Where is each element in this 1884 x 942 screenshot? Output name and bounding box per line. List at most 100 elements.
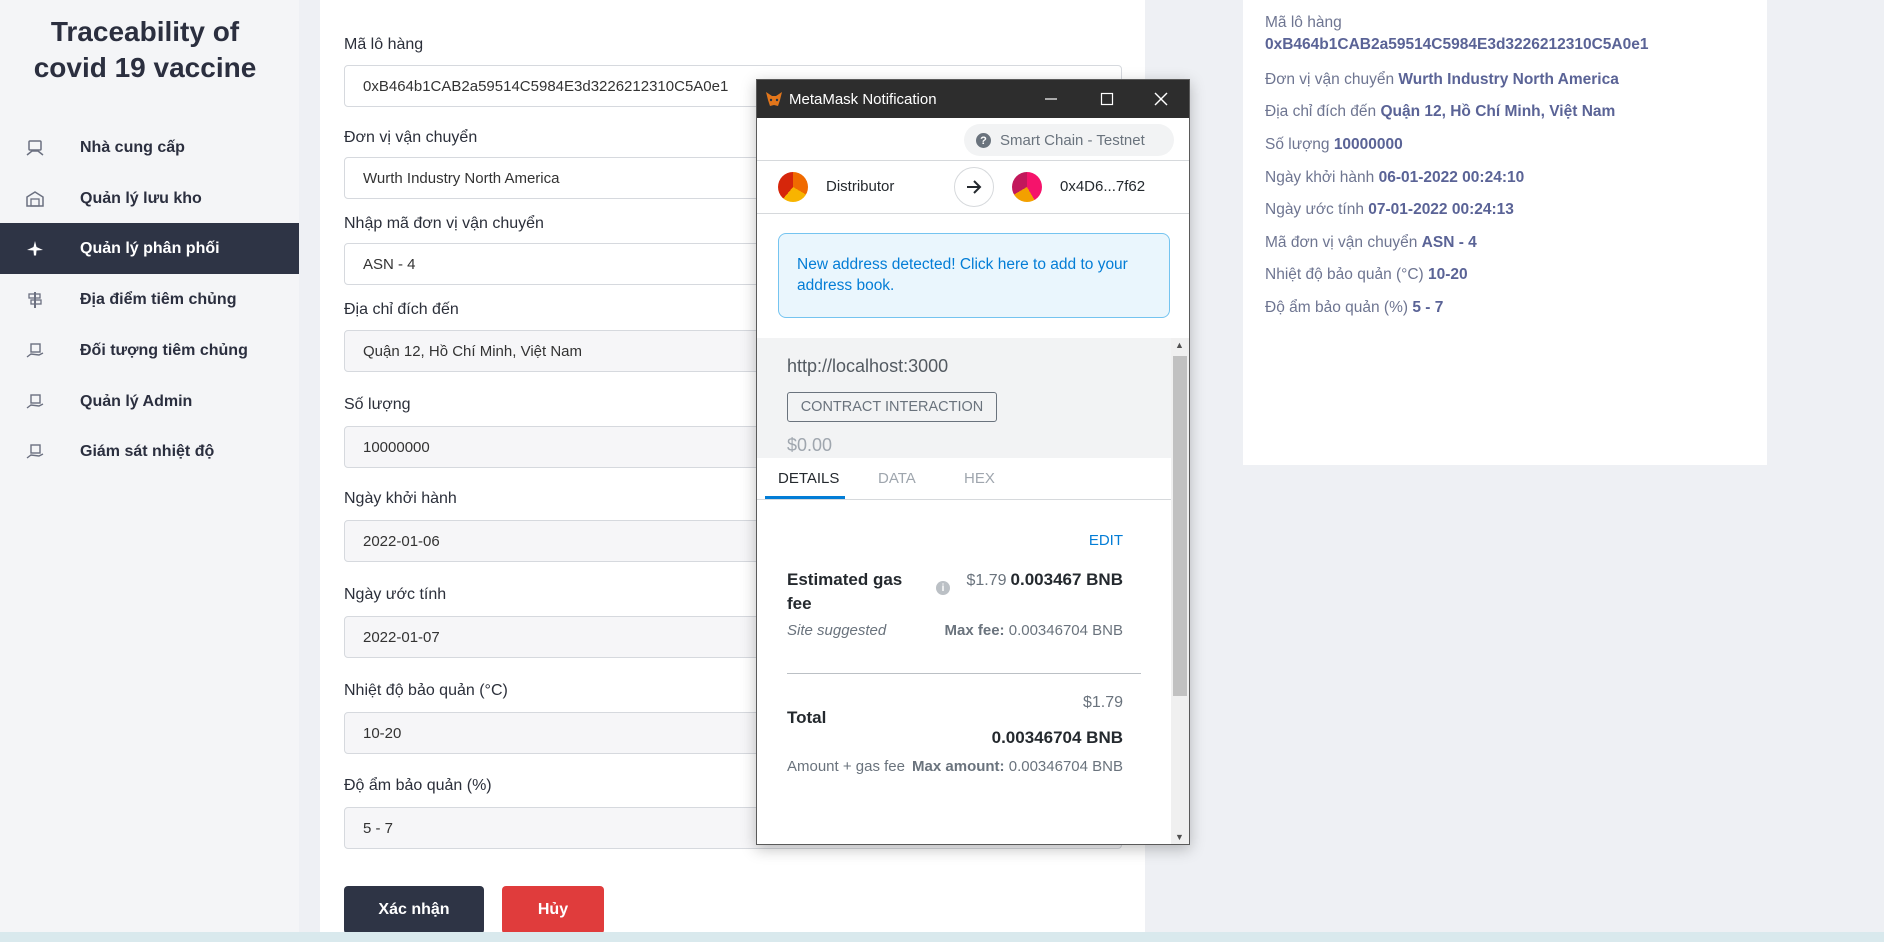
transaction-amount: $0.00 [787, 435, 833, 455]
sidebar-item-temperature[interactable]: Giám sát nhiệt độ [0, 426, 299, 477]
field-label: Đơn vị vận chuyển [344, 129, 478, 146]
field-label: Ngày ước tính [344, 586, 447, 603]
max-amount-label: Max amount: [912, 758, 1005, 775]
sidebar-item-label: Quản lý Admin [80, 392, 193, 410]
new-address-alert[interactable]: New address detected! Click here to add … [778, 233, 1170, 318]
site-suggested-label: Site suggested [787, 622, 887, 639]
signpost-icon [28, 292, 42, 308]
sidebar-item-vaccination-subjects[interactable]: Đối tượng tiêm chủng [0, 325, 299, 376]
minimize-button[interactable] [1023, 80, 1079, 118]
metamask-fox-icon [766, 92, 782, 106]
hand-box-icon [26, 394, 44, 409]
divider [787, 673, 1141, 674]
origin-section: http://localhost:3000 CONTRACT INTERACTI… [757, 338, 1171, 458]
hand-box-icon [26, 444, 44, 459]
tab-details[interactable]: DETAILS [778, 470, 839, 487]
info-icon[interactable]: i [936, 581, 950, 595]
cancel-button[interactable]: Hủy [502, 886, 604, 934]
summary-temperature: Nhiệt độ bảo quản (°C) 10-20 [1265, 266, 1468, 284]
maximize-button[interactable] [1079, 80, 1135, 118]
gas-fee-usd: $1.79 [966, 572, 1007, 589]
warehouse-icon [26, 191, 44, 207]
transfer-direction [954, 167, 994, 207]
question-icon: ? [976, 133, 991, 148]
field-label: Độ ẩm bảo quản (%) [344, 777, 492, 794]
metamask-titlebar[interactable]: MetaMask Notification [757, 80, 1189, 118]
amount-plus-gas-label: Amount + gas fee [787, 758, 905, 775]
network-name: Smart Chain - Testnet [1000, 131, 1145, 149]
sidebar-item-label: Đối tượng tiêm chủng [80, 341, 248, 359]
summary-label: Ngày khởi hành [1265, 169, 1375, 186]
sidebar-item-distribution[interactable]: Quản lý phân phối [0, 223, 299, 274]
summary-value: ASN - 4 [1421, 234, 1477, 251]
metamask-window: MetaMask Notification ? Smart Chain - Te… [756, 79, 1190, 845]
field-label: Ngày khởi hành [344, 490, 457, 507]
app-brand: Traceability of covid 19 vaccine [0, 14, 290, 86]
field-label: Nhiệt độ bảo quản (°C) [344, 682, 508, 699]
field-label: Mã lô hàng [344, 36, 424, 53]
max-amount-value: 0.00346704 BNB [1008, 758, 1123, 775]
summary-value: 0xB464b1CAB2a59514C5984E3d3226212310C5A0… [1265, 36, 1649, 53]
sidebar-item-label: Địa điểm tiêm chủng [80, 290, 237, 308]
summary-value: 06-01-2022 00:24:10 [1378, 169, 1525, 186]
summary-departure: Ngày khởi hành 06-01-2022 00:24:10 [1265, 169, 1524, 187]
transaction-details-scroll: http://localhost:3000 CONTRACT INTERACTI… [757, 338, 1171, 844]
close-button[interactable] [1133, 80, 1189, 118]
estimated-gas-fee-label: Estimated gas fee [787, 570, 903, 613]
gas-fee-bnb: 0.003467 BNB [1010, 570, 1123, 589]
summary-label: Mã đơn vị vận chuyển [1265, 234, 1418, 251]
window-title: MetaMask Notification [789, 90, 937, 108]
confirm-button[interactable]: Xác nhận [344, 886, 484, 934]
field-label: Nhập mã đơn vị vận chuyển [344, 215, 544, 232]
summary-batch-id: Mã lô hàng 0xB464b1CAB2a59514C5984E3d322… [1265, 14, 1648, 54]
summary-value: 10-20 [1428, 266, 1468, 283]
summary-value: Quận 12, Hồ Chí Minh, Việt Nam [1380, 103, 1616, 120]
summary-label: Nhiệt độ bảo quản (°C) [1265, 266, 1424, 283]
summary-carrier-code: Mã đơn vị vận chuyển ASN - 4 [1265, 234, 1477, 252]
network-selector[interactable]: ? Smart Chain - Testnet [964, 124, 1174, 156]
sender-avatar [778, 172, 808, 202]
tab-hex[interactable]: HEX [964, 470, 995, 487]
supplier-icon [26, 140, 44, 156]
minimize-icon [1045, 98, 1057, 100]
total-usd: $1.79 [1082, 694, 1123, 711]
maximize-icon [1100, 92, 1114, 106]
sidebar-item-label: Quản lý phân phối [80, 239, 220, 257]
recipient-address[interactable]: 0x4D6...7f62 [1060, 178, 1145, 195]
site-origin: http://localhost:3000 [787, 356, 949, 376]
arrow-right-icon [967, 180, 982, 194]
total-bnb: 0.00346704 BNB [991, 728, 1123, 747]
sidebar-item-vaccination-sites[interactable]: Địa điểm tiêm chủng [0, 274, 299, 325]
summary-label: Số lượng [1265, 136, 1330, 153]
summary-label: Địa chỉ đích đến [1265, 103, 1377, 120]
scroll-up-icon[interactable]: ▲ [1175, 340, 1184, 350]
max-amount: Max amount: 0.00346704 BNB [912, 758, 1123, 775]
summary-label: Độ ẩm bảo quản (%) [1265, 299, 1409, 316]
sidebar-item-label: Quản lý lưu kho [80, 189, 202, 207]
summary-destination: Địa chỉ đích đến Quận 12, Hồ Chí Minh, V… [1265, 103, 1615, 121]
sender-account[interactable]: Distributor [826, 178, 894, 195]
summary-value: 5 - 7 [1412, 299, 1444, 316]
sidebar-item-label: Nhà cung cấp [80, 138, 185, 156]
max-fee-label: Max fee: [944, 622, 1005, 639]
edit-gas-button[interactable]: EDIT [1089, 532, 1123, 549]
scrollbar[interactable]: ▲ ▼ [1171, 338, 1189, 844]
shipment-summary: Mã lô hàng 0xB464b1CAB2a59514C5984E3d322… [1243, 0, 1767, 465]
recipient-avatar [1012, 172, 1042, 202]
sidebar-item-label: Giám sát nhiệt độ [80, 442, 215, 460]
summary-label: Ngày ước tính [1265, 201, 1364, 218]
summary-value: 10000000 [1333, 136, 1403, 153]
tab-data[interactable]: DATA [878, 470, 916, 487]
plane-icon [27, 241, 43, 256]
brand-line-2: covid 19 vaccine [33, 52, 257, 83]
scroll-down-icon[interactable]: ▼ [1175, 832, 1184, 842]
summary-label: Mã lô hàng [1265, 14, 1342, 31]
scrollbar-thumb[interactable] [1173, 356, 1187, 696]
page-bottom-strip [0, 932, 1884, 942]
max-fee: Max fee: 0.00346704 BNB [945, 622, 1123, 639]
gas-fee-value: $1.79 0.003467 BNB [966, 570, 1123, 590]
sidebar-item-warehouse[interactable]: Quản lý lưu kho [0, 173, 299, 224]
sidebar-item-suppliers[interactable]: Nhà cung cấp [0, 122, 299, 173]
sidebar-item-admin[interactable]: Quản lý Admin [0, 376, 299, 427]
field-label: Số lượng [344, 396, 411, 413]
